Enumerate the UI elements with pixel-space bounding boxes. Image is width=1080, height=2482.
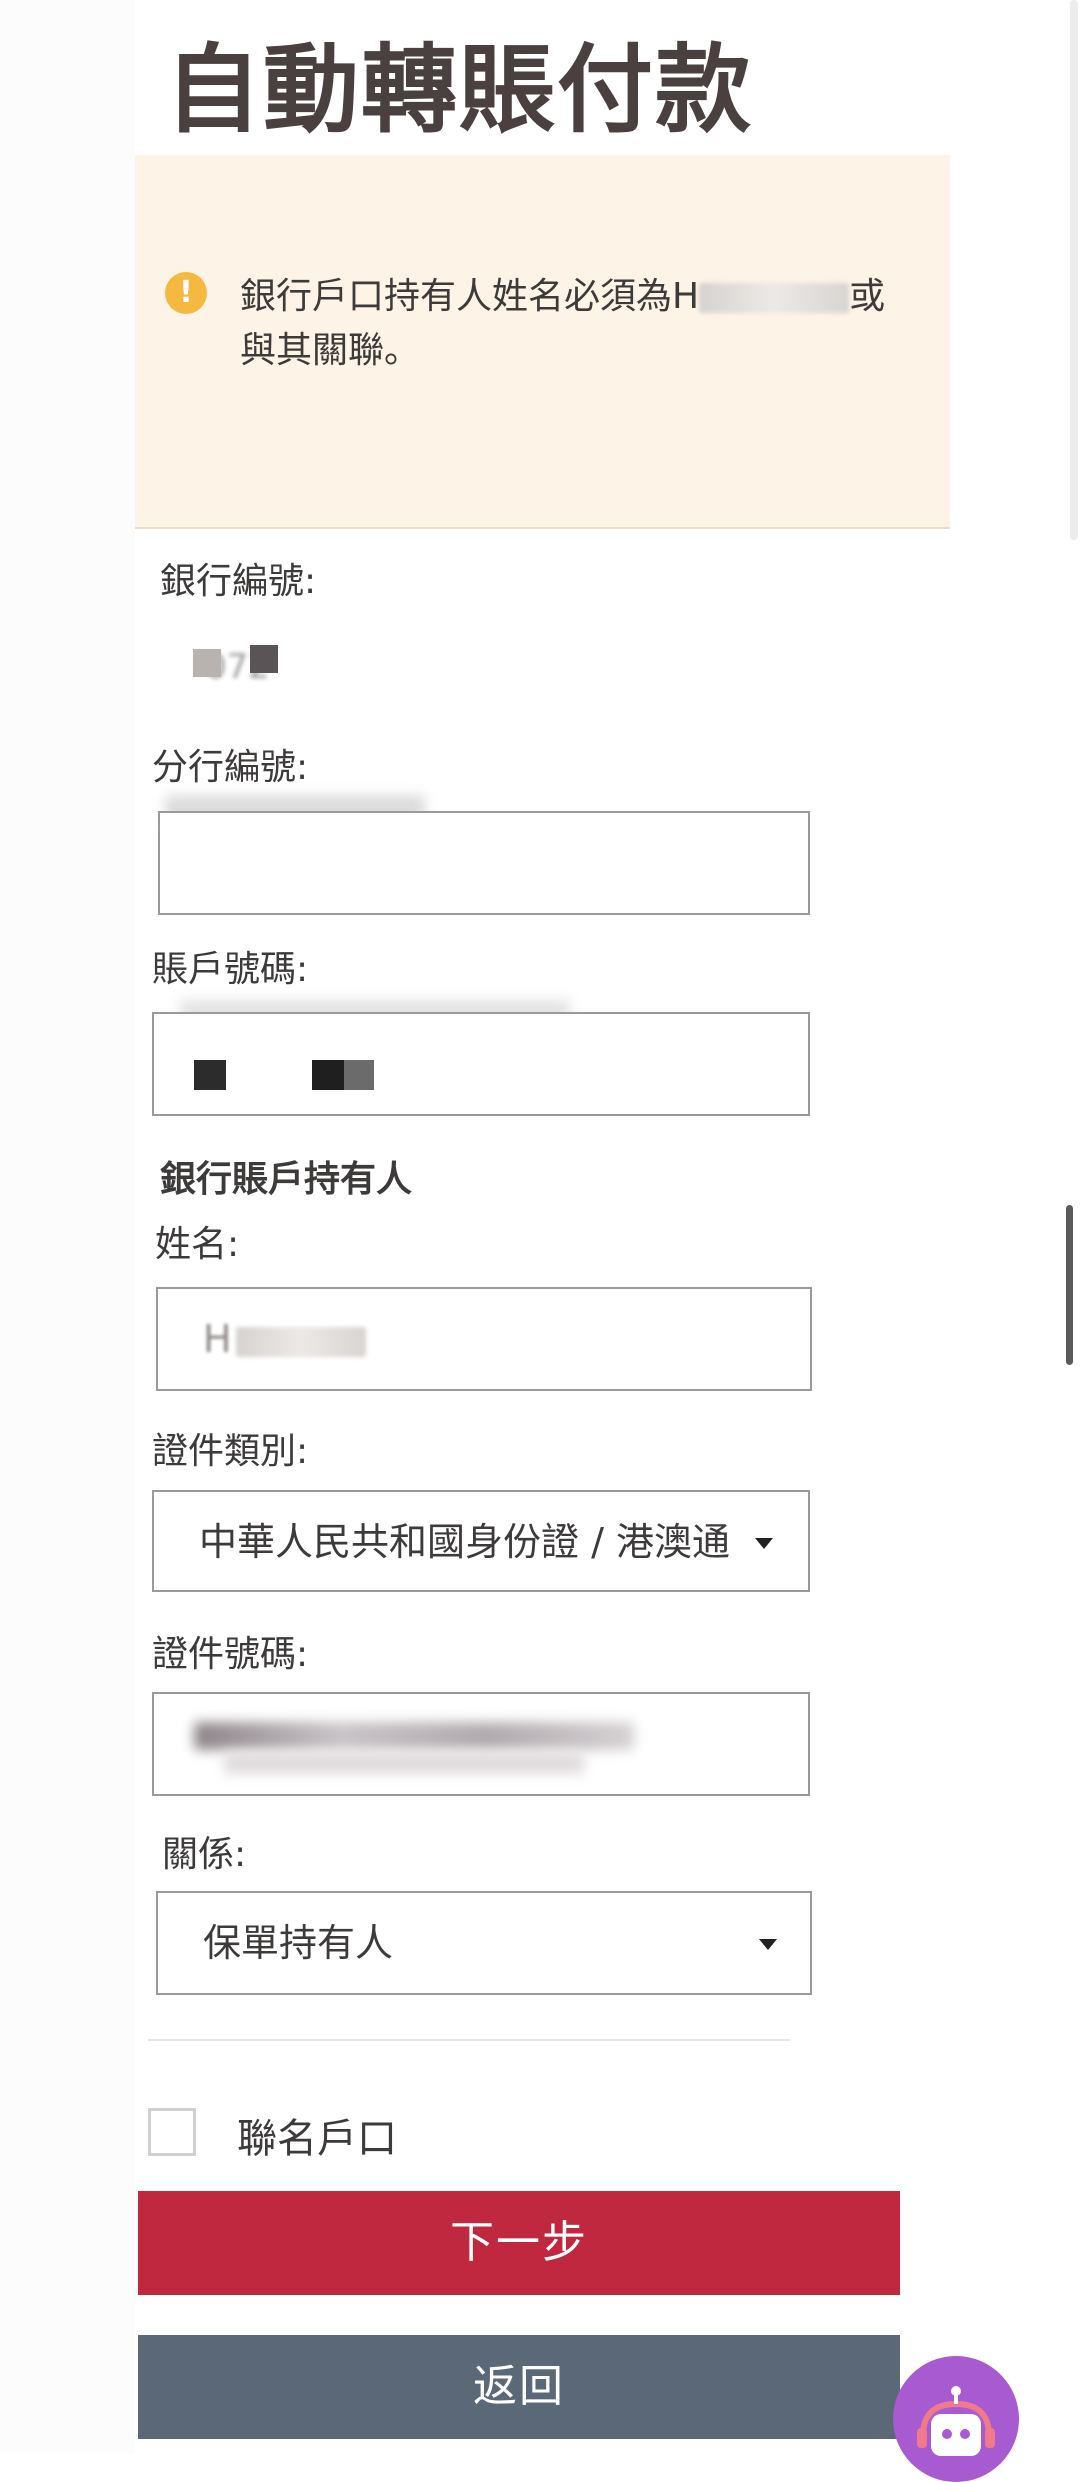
exclamation-circle-icon: ! [165,272,207,314]
notice-text-before: 銀行戶口持有人姓名必須為H [240,276,700,317]
name-label: 姓名: [155,1224,240,1265]
masked-digit [194,1060,226,1090]
chatbot-button[interactable] [893,2356,1019,2482]
next-button[interactable]: 下一步 [138,2191,900,2295]
back-button[interactable]: 返回 [138,2335,900,2439]
notice-text: 銀行戶口持有人姓名必須為H 或與其關聯。 [240,270,920,378]
joint-account-checkbox[interactable] [148,2108,196,2156]
branch-code-input[interactable] [158,811,810,915]
scrollbar-thumb[interactable] [1066,1205,1073,1365]
relationship-select[interactable]: 保單持有人 [156,1891,812,1995]
masked-digit [344,1060,374,1090]
name-value: H [203,1317,232,1361]
redacted-name [235,1326,366,1357]
caret-down-icon [759,1939,777,1950]
caret-down-icon [755,1538,773,1549]
page-margin [0,0,135,2454]
name-input[interactable]: H [156,1287,812,1391]
relationship-label: 關係: [162,1834,247,1875]
bank-code-value: 072 [190,645,330,695]
id-type-label: 證件類別: [152,1431,309,1472]
id-number-label: 證件號碼: [152,1634,309,1675]
id-number-input[interactable] [152,1692,810,1796]
account-number-label: 賬戶號碼: [152,949,309,990]
relationship-value: 保單持有人 [203,1921,394,1965]
redacted-name [699,283,850,313]
holder-section-title: 銀行賬戶持有人 [160,1159,413,1200]
id-type-value: 中華人民共和國身份證 / 港澳通 [199,1520,730,1564]
branch-code-label: 分行編號: [152,747,309,788]
account-number-input[interactable] [152,1012,810,1116]
robot-icon [917,2386,995,2456]
id-type-select[interactable]: 中華人民共和國身份證 / 港澳通 [152,1490,810,1592]
page-title: 自動轉賬付款 [165,34,753,146]
divider [148,2039,790,2041]
masked-digit [312,1060,344,1090]
bank-code-label: 銀行編號: [160,561,317,602]
joint-account-label[interactable]: 聯名戶口 [237,2106,397,2164]
scrollbar-track [1070,0,1078,540]
